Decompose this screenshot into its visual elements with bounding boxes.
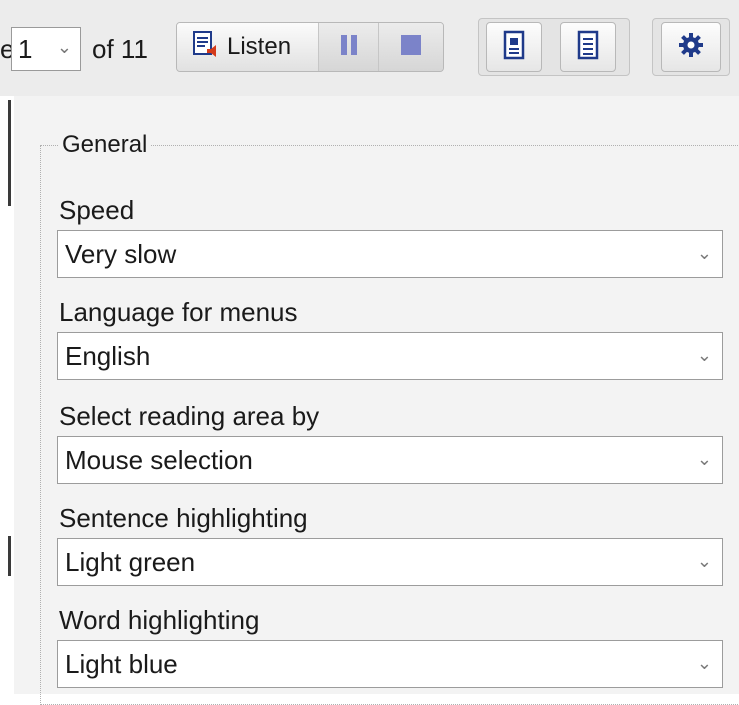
document-edge xyxy=(0,96,14,694)
menu-language-label: Language for menus xyxy=(59,297,298,327)
speed-label: Speed xyxy=(59,195,135,225)
page-number-select[interactable]: 1 ⌄ xyxy=(11,27,81,71)
stop-button[interactable] xyxy=(378,23,443,71)
gear-icon xyxy=(678,32,704,63)
settings-panel: General Speed Very slow ⌄ Language for m… xyxy=(14,96,739,705)
page-count-label: of 11 xyxy=(92,34,148,64)
chevron-down-icon: ⌄ xyxy=(696,551,712,571)
speed-value: Very slow xyxy=(65,239,177,269)
chevron-down-icon: ⌄ xyxy=(696,243,712,263)
edge-mark xyxy=(8,536,11,576)
text-view-button[interactable] xyxy=(560,22,616,72)
word-highlight-value: Light blue xyxy=(65,649,178,679)
menu-language-select[interactable]: English ⌄ xyxy=(57,332,723,380)
chevron-down-icon: ⌄ xyxy=(696,653,712,673)
reading-area-label: Select reading area by xyxy=(59,401,320,431)
reading-area-value: Mouse selection xyxy=(65,445,253,475)
document-speaker-icon xyxy=(191,30,221,65)
listen-button[interactable]: Listen xyxy=(177,23,319,71)
sentence-highlight-value: Light green xyxy=(65,547,196,577)
pause-button[interactable] xyxy=(318,23,379,71)
page-view-icon xyxy=(503,30,525,65)
reader-toolbar: e 1 ⌄ of 11 Listen xyxy=(0,0,739,96)
chevron-down-icon: ⌄ xyxy=(696,345,712,365)
pause-icon xyxy=(338,33,360,62)
page-number-value: 1 xyxy=(18,34,33,64)
text-view-icon xyxy=(577,30,599,65)
word-highlight-select[interactable]: Light blue ⌄ xyxy=(57,640,723,688)
page-view-button[interactable] xyxy=(486,22,542,72)
sentence-highlight-label: Sentence highlighting xyxy=(59,503,308,533)
sentence-highlight-select[interactable]: Light green ⌄ xyxy=(57,538,723,586)
general-group-title: General xyxy=(58,130,152,160)
stop-icon xyxy=(399,33,423,62)
listen-label: Listen xyxy=(227,33,292,60)
settings-button[interactable] xyxy=(661,22,721,72)
edge-mark xyxy=(8,100,11,206)
word-highlight-label: Word highlighting xyxy=(59,605,260,635)
reading-area-select[interactable]: Mouse selection ⌄ xyxy=(57,436,723,484)
speed-select[interactable]: Very slow ⌄ xyxy=(57,230,723,278)
menu-language-value: English xyxy=(65,341,151,371)
chevron-down-icon: ⌄ xyxy=(56,37,72,57)
playback-controls: Listen xyxy=(176,22,444,72)
chevron-down-icon: ⌄ xyxy=(696,449,712,469)
